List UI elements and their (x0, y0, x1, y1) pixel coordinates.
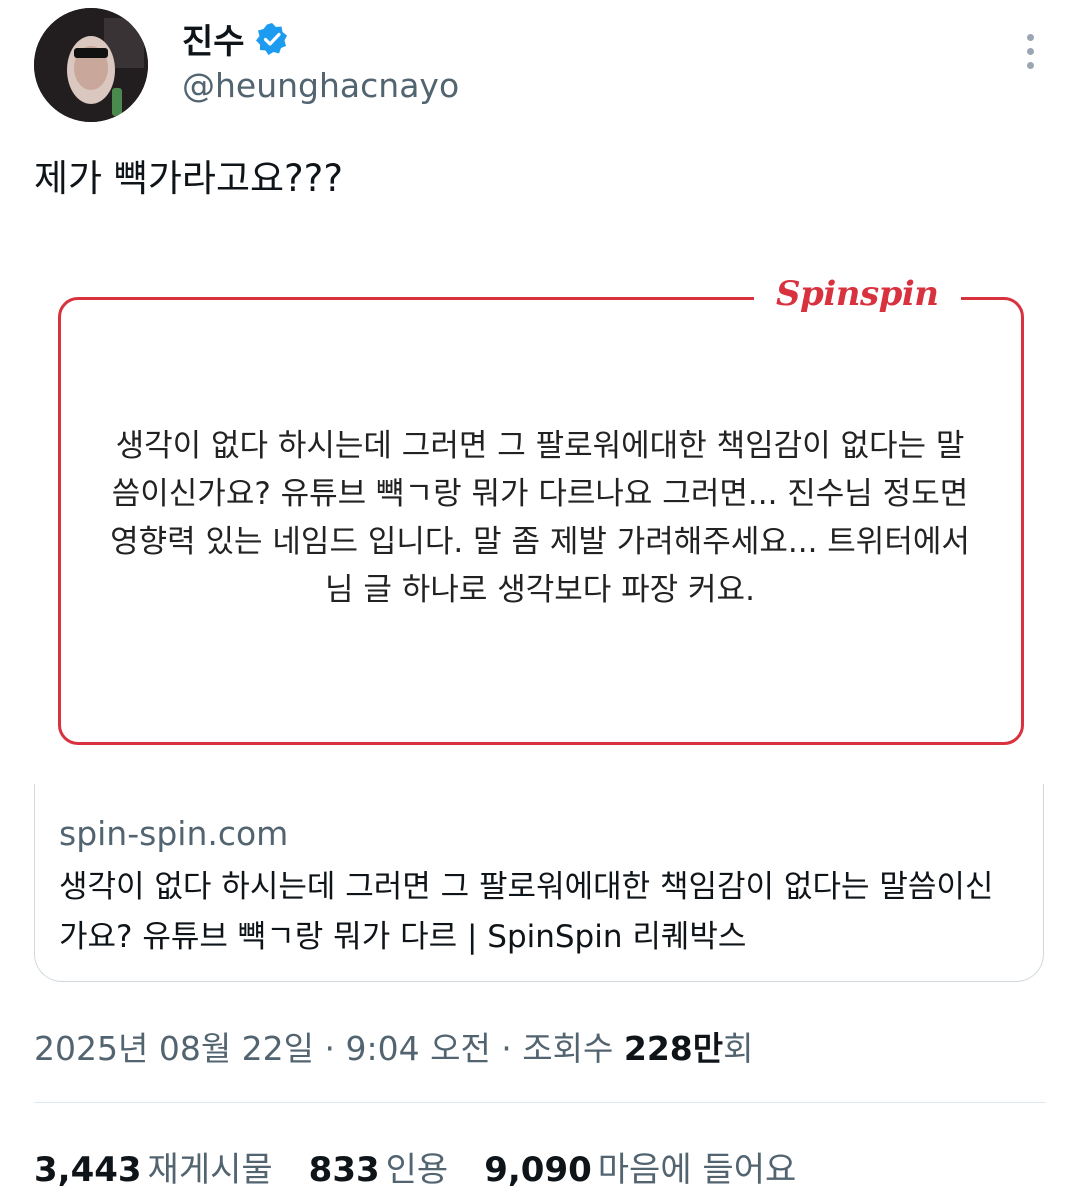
quotes-stat[interactable]: 833 인용 (309, 1142, 449, 1191)
likes-count: 9,090 (484, 1150, 592, 1190)
divider (34, 1102, 1046, 1103)
author-name[interactable]: 진수 (182, 14, 245, 63)
author-handle[interactable]: @heunghacnayo (182, 66, 459, 105)
timestamp[interactable]: 2025년 08월 22일 · 9:04 오전 · 조회수 (34, 1029, 624, 1068)
reposts-label: 재게시물 (147, 1150, 273, 1190)
link-title: 생각이 없다 하시는데 그러면 그 팔로워에대한 책임감이 없다는 말씀이신가요… (59, 869, 994, 955)
reposts-stat[interactable]: 3,443 재게시물 (34, 1142, 273, 1191)
spinspin-logo: Spinspin (754, 274, 961, 314)
likes-stat[interactable]: 9,090 마음에 들어요 (484, 1142, 796, 1191)
avatar[interactable] (34, 8, 148, 122)
link-card-image[interactable]: Spinspin 생각이 없다 하시는데 그러면 그 팔로워에대한 책임감이 없… (34, 252, 1046, 784)
author-name-row: 진수 (182, 14, 289, 63)
link-card[interactable]: spin-spin.com 생각이 없다 하시는데 그러면 그 팔로워에대한 책… (34, 784, 1044, 982)
verified-badge-icon (255, 22, 289, 56)
reposts-count: 3,443 (34, 1150, 142, 1190)
views-count: 228만 (623, 1029, 724, 1068)
engagement-stats: 3,443 재게시물 833 인용 9,090 마음에 들어요 (34, 1142, 832, 1191)
tweet-text: 제가 뺵가라고요??? (34, 157, 343, 200)
link-domain: spin-spin.com (59, 814, 289, 853)
more-vertical-icon[interactable] (1020, 34, 1040, 74)
quotes-label: 인용 (385, 1150, 449, 1190)
avatar-image (34, 8, 148, 122)
views-suffix: 회 (723, 1029, 754, 1068)
likes-label: 마음에 들어요 (597, 1150, 797, 1190)
tweet-meta: 2025년 08월 22일 · 9:04 오전 · 조회수 228만회 (34, 1022, 753, 1070)
card-quote-text: 생각이 없다 하시는데 그러면 그 팔로워에대한 책임감이 없다는 말씀이신가요… (110, 428, 970, 608)
quotes-count: 833 (308, 1150, 380, 1190)
